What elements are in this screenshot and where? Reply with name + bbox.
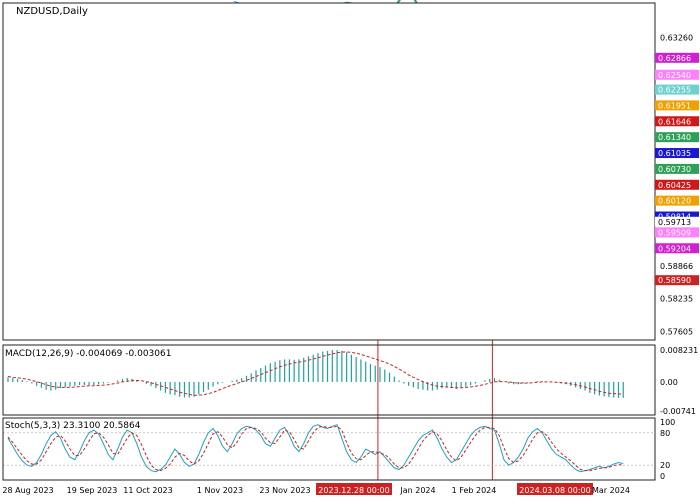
date-tick-label: 2023.12.28 00:00 <box>318 486 389 495</box>
date-tick-label: 2024.03.08 00:00 <box>519 486 590 495</box>
price-box-label: 0.61951 <box>658 101 691 110</box>
price-box-label: 0.62866 <box>658 54 691 63</box>
stoch-label: Stoch(5,3,3) 23.3100 20.5864 <box>5 421 141 431</box>
macd-label: MACD(12,26,9) -0.004069 -0.003061 <box>5 349 171 359</box>
date-tick-label: 1 Nov 2023 <box>197 486 243 495</box>
date-tick-label: 23 Nov 2023 <box>259 486 310 495</box>
date-tick-label: 19 Sep 2023 <box>67 486 118 495</box>
macd-tick-label: -0.00741 <box>660 407 696 416</box>
stoch-tick-label: 100 <box>660 418 675 427</box>
price-box-label: 0.61035 <box>658 149 691 158</box>
date-tick-label: 1 Feb 2024 <box>452 486 497 495</box>
price-box-label: 0.62540 <box>658 71 691 80</box>
chart-canvas: [8/8][+2/8]P[7/8][6/8][5/8][4/8][3/8][2/… <box>2 0 699 495</box>
price-tick-label: 0.57605 <box>660 327 693 336</box>
price-frame <box>2 2 656 341</box>
price-box-label: 0.59713 <box>658 218 691 227</box>
price-box-label: 0.60425 <box>658 181 691 190</box>
stoch-tick-label: 0 <box>660 472 665 481</box>
date-tick-label: Jan 2024 <box>399 486 435 495</box>
chart-title: NZDUSD,Daily <box>16 6 88 17</box>
price-box-label: 0.60120 <box>658 197 691 206</box>
price-tick-label: 0.58235 <box>660 295 693 304</box>
date-tick-label: 11 Oct 2023 <box>123 486 172 495</box>
price-box-label: 0.58590 <box>658 276 691 285</box>
nzdusd-chart: [8/8][+2/8]P[7/8][6/8][5/8][4/8][3/8][2/… <box>0 0 700 500</box>
price-box-label: 0.60730 <box>658 165 691 174</box>
date-tick-label: 28 Aug 2023 <box>2 486 53 495</box>
price-box-label: 0.59509 <box>658 228 691 237</box>
stoch-tick-label: 20 <box>660 461 670 470</box>
price-box-label: 0.61646 <box>658 117 691 126</box>
price-tick-label: 0.58866 <box>660 262 693 271</box>
stoch-tick-label: 80 <box>660 429 670 438</box>
price-box-label: 0.62255 <box>658 86 691 95</box>
price-tick-label: 0.63260 <box>660 33 693 42</box>
price-box-label: 0.59204 <box>658 244 691 253</box>
macd-tick-label: 0.008231 <box>660 346 698 355</box>
stoch-main-line <box>7 424 624 473</box>
macd-tick-label: 0.00 <box>660 378 678 387</box>
date-tick-label: Mar 2024 <box>592 486 630 495</box>
price-box-label: 0.61340 <box>658 133 691 142</box>
